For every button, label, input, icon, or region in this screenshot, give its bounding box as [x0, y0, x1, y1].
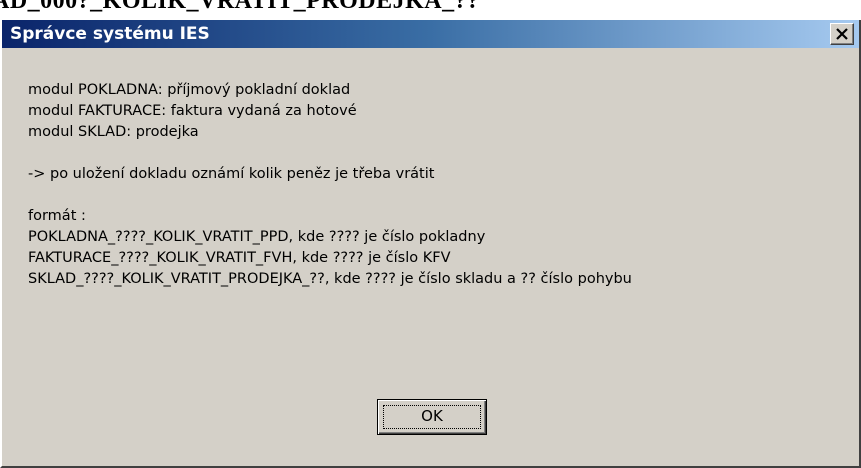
message-line: modul FAKTURACE: faktura vydaná za hotov… [28, 103, 357, 119]
dialog-titlebar[interactable]: Správce systému IES [2, 20, 859, 48]
ok-button-label: OK [421, 407, 443, 425]
message-line: SKLAD_????_KOLIK_VRATIT_PRODEJKA_??, kde… [28, 271, 632, 287]
message-line: POKLADNA_????_KOLIK_VRATIT_PPD, kde ????… [28, 229, 486, 245]
message-line: formát : [28, 208, 86, 224]
message-line: -> po uložení dokladu oznámí kolik peněz… [28, 166, 435, 182]
dialog-title: Správce systému IES [10, 24, 210, 44]
message-line: modul POKLADNA: příjmový pokladní doklad [28, 82, 351, 98]
close-icon [836, 28, 848, 40]
close-button[interactable] [830, 23, 854, 45]
message-dialog: Správce systému IES modul POKLADNA: příj… [0, 20, 861, 468]
dialog-message: modul POKLADNA: příjmový pokladní doklad… [28, 80, 632, 290]
message-spacer [28, 143, 632, 164]
message-line: FAKTURACE_????_KOLIK_VRATIT_FVH, kde ???… [28, 250, 451, 266]
background-document: AD_000?_KOLIK_VRATIT_PRODEJKA_?? [0, 0, 861, 20]
ok-button[interactable]: OK [377, 399, 487, 435]
message-line: modul SKLAD: prodejka [28, 124, 199, 140]
message-spacer [28, 185, 632, 206]
background-document-text: AD_000?_KOLIK_VRATIT_PRODEJKA_?? [0, 0, 480, 14]
